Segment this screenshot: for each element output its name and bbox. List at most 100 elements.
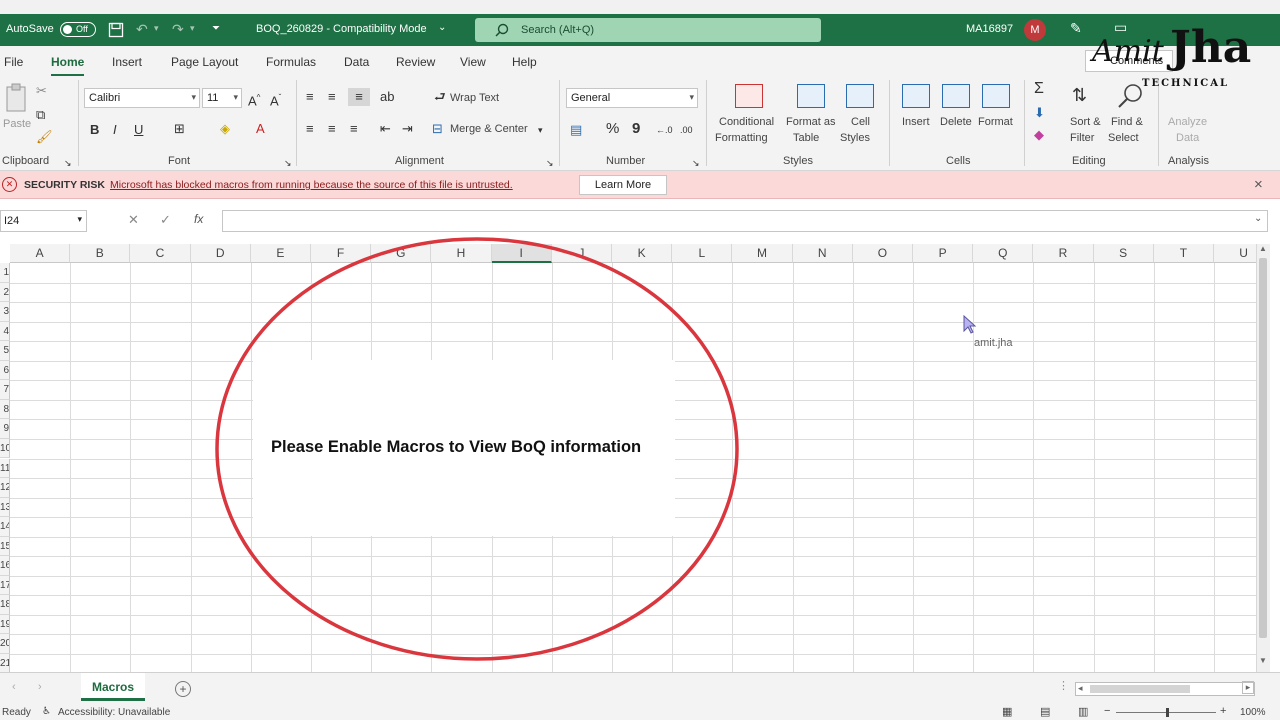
align-top-icon[interactable]: ≡ [306, 88, 314, 106]
search-box[interactable]: Search (Alt+Q) [475, 18, 821, 42]
alignment-launcher-icon[interactable]: ↘ [546, 154, 554, 172]
chevron-down-icon[interactable]: ▾ [538, 121, 543, 139]
insert-cells-icon[interactable] [902, 84, 930, 108]
title-chevron-down-icon[interactable]: ⌄ [438, 22, 446, 33]
delete-cells-icon[interactable] [942, 84, 970, 108]
scroll-right-icon[interactable]: ▸ [1242, 681, 1254, 694]
format-as-table-label-2[interactable]: Table [793, 132, 819, 144]
row-header-21[interactable]: 21 [0, 654, 10, 672]
sheet-tab-macros[interactable]: Macros [81, 673, 145, 701]
scroll-left-icon[interactable]: ◂ [1078, 683, 1083, 694]
page-layout-view-icon[interactable]: ▤ [1040, 705, 1050, 718]
redo-dropdown-icon[interactable]: ▾ [190, 23, 195, 34]
row-header-7[interactable]: 7 [0, 380, 10, 400]
avatar[interactable]: M [1024, 19, 1046, 41]
column-header-u[interactable]: U [1214, 244, 1256, 263]
align-middle-icon[interactable]: ≡ [328, 88, 336, 106]
comma-style-button[interactable]: 9 [632, 120, 640, 138]
row-header-12[interactable]: 12 [0, 478, 10, 498]
column-header-q[interactable]: Q [973, 244, 1034, 263]
pen-icon[interactable]: ✎ [1070, 20, 1082, 37]
zoom-level[interactable]: 100% [1240, 707, 1266, 718]
font-launcher-icon[interactable]: ↘ [284, 154, 292, 172]
close-icon[interactable]: × [1254, 176, 1263, 193]
row-header-4[interactable]: 4 [0, 321, 10, 342]
insert-cells-label[interactable]: Insert [902, 116, 930, 128]
row-header-13[interactable]: 13 [0, 497, 10, 518]
column-header-s[interactable]: S [1093, 244, 1154, 263]
grow-font-icon[interactable]: A^ [248, 89, 260, 110]
column-header-a[interactable]: A [10, 244, 71, 263]
scroll-thumb[interactable] [1259, 258, 1267, 638]
sort-filter-label-1[interactable]: Sort & [1070, 116, 1101, 128]
align-left-icon[interactable]: ≡ [306, 120, 314, 138]
tab-data[interactable]: Data [344, 55, 369, 69]
underline-icon[interactable]: U [134, 121, 143, 139]
row-header-17[interactable]: 17 [0, 575, 10, 596]
column-header-n[interactable]: N [792, 244, 853, 263]
orientation-icon[interactable]: ab [380, 88, 394, 106]
conditional-formatting-label-1[interactable]: Conditional [719, 116, 774, 128]
font-size-dropdown[interactable]: 11 ▾ [202, 88, 242, 108]
scroll-down-icon[interactable]: ▼ [1259, 656, 1267, 665]
undo-dropdown-icon[interactable]: ▾ [154, 23, 159, 34]
tab-split-handle-icon[interactable]: ⋮ [1058, 679, 1069, 692]
increase-decimal-icon[interactable]: ←.0 [656, 121, 673, 139]
conditional-formatting-label-2[interactable]: Formatting [715, 132, 768, 144]
expand-formula-bar-icon[interactable]: ⌄ [1254, 213, 1262, 224]
enter-icon[interactable]: ✓ [160, 212, 171, 228]
cell-styles-icon[interactable] [846, 84, 874, 108]
analyze-data-label-1[interactable]: Analyze [1168, 116, 1207, 128]
align-right-icon[interactable]: ≡ [350, 120, 358, 138]
borders-icon[interactable]: ⊞ [174, 120, 185, 138]
format-painter-icon[interactable]: 🖌 [36, 128, 53, 146]
row-header-11[interactable]: 11 [0, 458, 10, 478]
tab-formulas[interactable]: Formulas [266, 55, 316, 69]
column-header-c[interactable]: C [130, 244, 191, 263]
bold-icon[interactable]: B [90, 121, 99, 139]
column-header-b[interactable]: B [70, 244, 131, 263]
row-header-15[interactable]: 15 [0, 536, 10, 557]
security-risk-message[interactable]: Microsoft has blocked macros from runnin… [110, 179, 513, 191]
previous-sheet-icon[interactable]: ‹ [12, 681, 16, 693]
row-header-8[interactable]: 8 [0, 399, 10, 420]
font-name-dropdown[interactable]: Calibri ▾ [84, 88, 200, 108]
tab-file[interactable]: File [4, 55, 23, 69]
autosum-icon[interactable]: Σ [1034, 80, 1044, 98]
clipboard-launcher-icon[interactable]: ↘ [64, 154, 72, 172]
row-header-20[interactable]: 20 [0, 634, 10, 654]
wrap-text-icon[interactable]: ⮐ [434, 88, 446, 106]
analyze-data-label-2[interactable]: Data [1176, 132, 1199, 144]
row-header-19[interactable]: 19 [0, 614, 10, 635]
column-header-t[interactable]: T [1153, 244, 1214, 263]
horizontal-scroll-thumb[interactable] [1090, 685, 1190, 693]
customize-qat-icon[interactable]: ⏷ [212, 23, 220, 34]
conditional-formatting-icon[interactable] [735, 84, 763, 108]
document-title[interactable]: BOQ_260829 - Compatibility Mode [256, 23, 427, 35]
format-as-table-icon[interactable] [797, 84, 825, 108]
scroll-up-icon[interactable]: ▲ [1259, 244, 1267, 253]
sort-filter-icon[interactable]: ⇅ [1072, 86, 1087, 104]
sort-filter-label-2[interactable]: Filter [1070, 132, 1094, 144]
fill-icon[interactable]: ⬇ [1034, 104, 1045, 122]
find-select-label-1[interactable]: Find & [1111, 116, 1143, 128]
formula-input[interactable] [222, 210, 1268, 232]
align-center-icon[interactable]: ≡ [328, 120, 336, 138]
undo-icon[interactable]: ↶ [136, 21, 148, 38]
merge-center-button[interactable]: Merge & Center [450, 123, 528, 135]
tab-page-layout[interactable]: Page Layout [171, 55, 238, 69]
row-header-18[interactable]: 18 [0, 595, 10, 615]
number-format-dropdown[interactable]: General ▾ [566, 88, 698, 108]
find-select-label-2[interactable]: Select [1108, 132, 1139, 144]
tab-view[interactable]: View [460, 55, 486, 69]
align-bottom-icon[interactable]: ≡ [348, 88, 370, 106]
row-header-3[interactable]: 3 [0, 302, 10, 322]
save-icon[interactable] [108, 22, 124, 38]
redo-icon[interactable]: ↷ [172, 21, 184, 38]
vertical-scrollbar[interactable]: ▲ ▼ [1256, 244, 1270, 672]
zoom-slider-thumb[interactable] [1166, 708, 1169, 717]
format-as-table-label-1[interactable]: Format as [786, 116, 836, 128]
fill-color-icon[interactable]: ◈ [220, 120, 230, 138]
paste-icon[interactable] [4, 82, 30, 114]
accessibility-status[interactable]: Accessibility: Unavailable [58, 707, 170, 718]
